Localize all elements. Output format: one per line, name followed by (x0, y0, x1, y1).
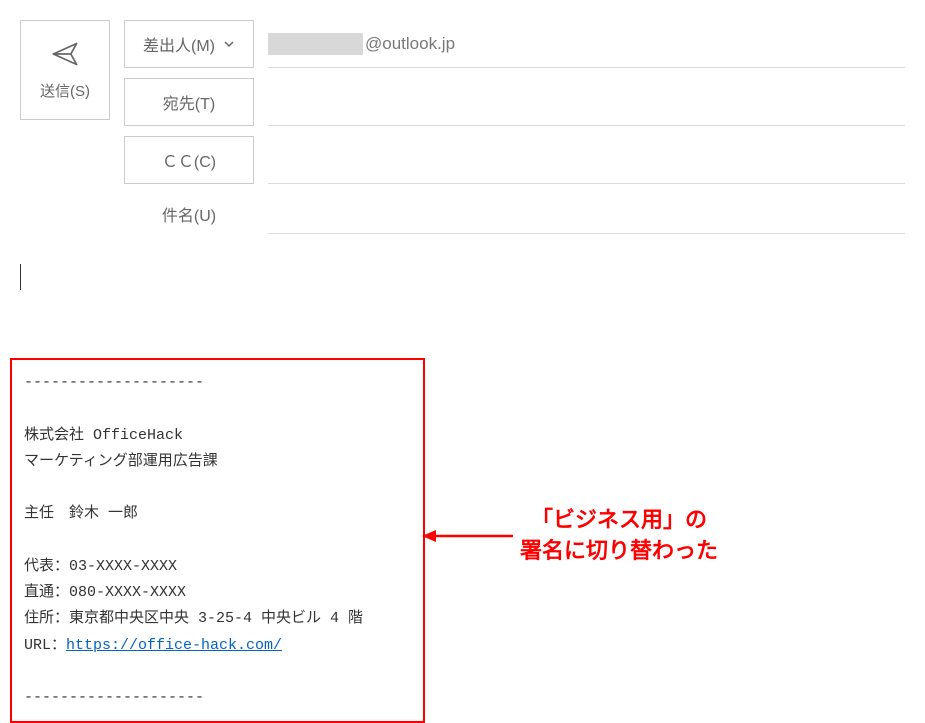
annotation-text: 「ビジネス用」の 署名に切り替わった (520, 505, 718, 567)
arrow-left-icon (420, 521, 515, 551)
annotation-line2: 署名に切り替わった (520, 536, 718, 567)
cc-button[interactable]: ＣＣ(C) (124, 136, 254, 184)
subject-label-row: 件名(U) (124, 194, 254, 234)
compose-body[interactable] (0, 244, 925, 290)
subject-value[interactable] (268, 194, 905, 234)
cc-label: ＣＣ(C) (162, 148, 216, 172)
signature-tel-direct: 直通：080-XXXX-XXXX (24, 580, 411, 606)
signature-tel-main: 代表：03-XXXX-XXXX (24, 554, 411, 580)
field-buttons: 差出人(M) 宛先(T) ＣＣ(C) 件名(U) (124, 20, 254, 244)
signature-divider-bottom: -------------------- (24, 685, 411, 711)
send-button[interactable]: 送信(S) (20, 20, 110, 120)
to-value[interactable] (268, 78, 905, 126)
compose-header: 送信(S) 差出人(M) 宛先(T) ＣＣ(C) 件名(U) @outlook.… (0, 0, 925, 244)
signature-company: 株式会社 OfficeHack (24, 423, 411, 449)
text-cursor (20, 264, 21, 290)
from-button[interactable]: 差出人(M) (124, 20, 254, 68)
annotation-line1: 「ビジネス用」の (520, 505, 718, 536)
from-value[interactable]: @outlook.jp (268, 20, 905, 68)
signature-url-label: URL： (24, 637, 66, 654)
signature-url-link[interactable]: https://office-hack.com/ (66, 637, 282, 654)
field-values: @outlook.jp (268, 20, 925, 244)
subject-label: 件名(U) (162, 202, 216, 226)
send-icon (51, 40, 79, 68)
chevron-down-icon (223, 38, 235, 50)
to-button[interactable]: 宛先(T) (124, 78, 254, 126)
send-label: 送信(S) (40, 80, 90, 101)
from-value-suffix: @outlook.jp (365, 34, 455, 54)
signature-address: 住所：東京都中央区中央 3-25-4 中央ビル 4 階 (24, 606, 411, 632)
cc-value[interactable] (268, 136, 905, 184)
signature-title-name: 主任 鈴木 一郎 (24, 501, 411, 527)
signature-box: -------------------- 株式会社 OfficeHack マーケ… (10, 358, 425, 723)
redacted-from-prefix (268, 33, 363, 55)
annotation: 「ビジネス用」の 署名に切り替わった (420, 505, 718, 567)
to-label: 宛先(T) (163, 90, 215, 114)
signature-url-line: URL：https://office-hack.com/ (24, 633, 411, 659)
from-label: 差出人(M) (143, 32, 215, 56)
signature-department: マーケティング部運用広告課 (24, 449, 411, 475)
signature-divider-top: -------------------- (24, 370, 411, 396)
